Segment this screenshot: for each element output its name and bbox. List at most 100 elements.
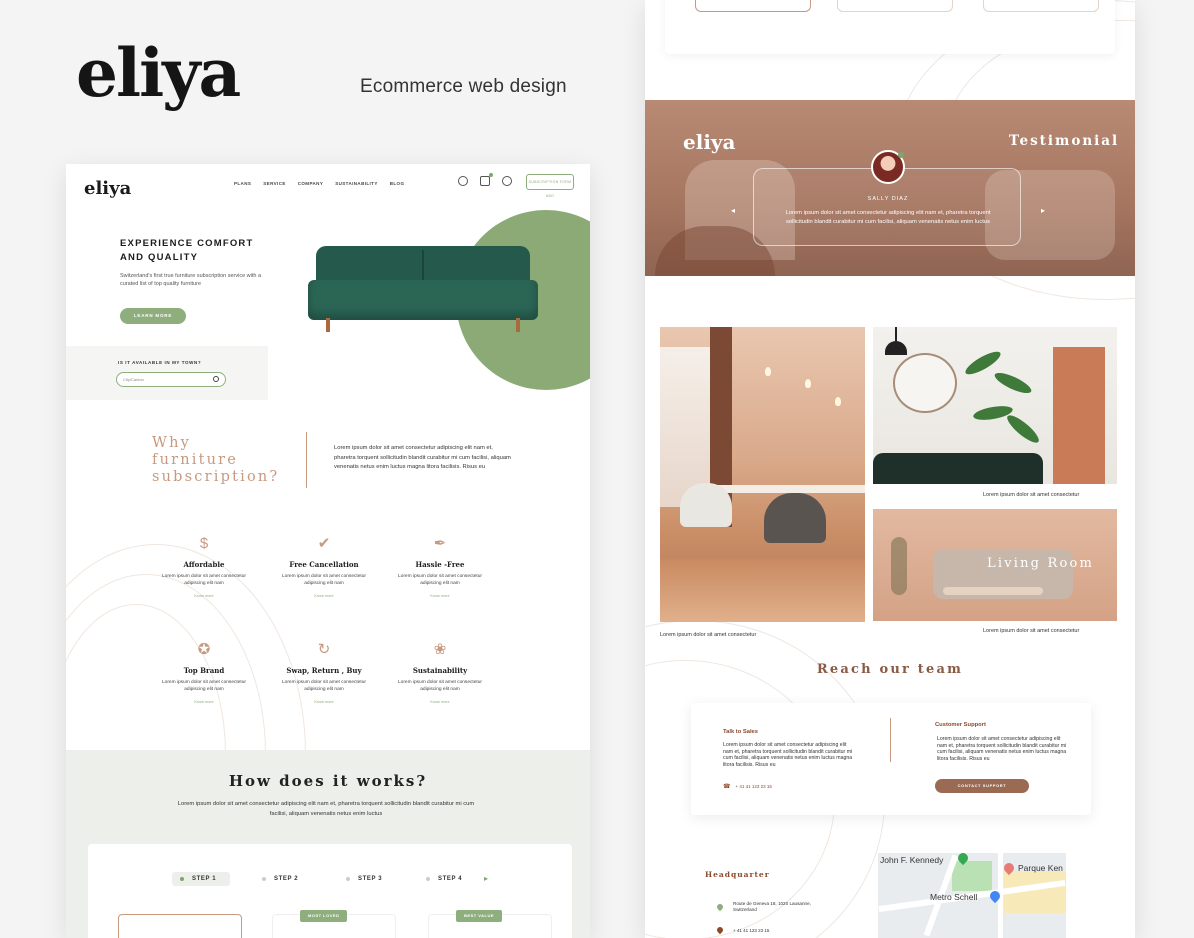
learn-more-button[interactable]: LEARN MORE (120, 308, 186, 324)
why-heading-line: subscription? (152, 469, 280, 485)
city-search-placeholder: City/Canton (123, 377, 144, 382)
feature-text: Lorem ipsum dolor sit amet consectetur a… (282, 574, 366, 586)
how-it-works-text: Lorem ipsum dolor sit amet consectetur a… (177, 801, 475, 817)
menu-item-company[interactable]: COMPANY (298, 181, 323, 186)
photo-caption: Lorem ipsum dolor sit amet consectetur (983, 492, 1080, 498)
plan-tab[interactable] (983, 0, 1099, 12)
feature-text: Lorem ipsum dolor sit amet consectetur a… (282, 680, 366, 692)
plan-tab[interactable] (837, 0, 953, 12)
badge-icon: ✪ (197, 641, 211, 658)
living-room-label: Living Room (987, 556, 1095, 571)
feature-affordable: $ Affordable Lorem ipsum dolor sit amet … (154, 535, 254, 599)
previous-arrow-icon[interactable]: ◂ (731, 206, 735, 215)
brand-logo: eliya (76, 34, 241, 112)
map-label: John F. Kennedy (880, 855, 944, 865)
dining-room-photo[interactable] (660, 327, 865, 622)
sales-title: Talk to Sales (723, 729, 759, 735)
search-icon[interactable] (213, 376, 219, 382)
money-bag-icon: $ (199, 535, 209, 552)
how-it-works-title: How does it works? (228, 772, 428, 790)
feather-icon: ✒ (433, 535, 447, 552)
main-menu: PLANS SERVICE COMPANY SUSTAINABILITY BLO… (234, 181, 404, 186)
plan-tab[interactable] (695, 0, 811, 12)
feature-text: Lorem ipsum dolor sit amet consectetur a… (398, 680, 482, 692)
know-more-link[interactable]: Know more (390, 700, 490, 704)
feature-free-cancellation: ✔ Free Cancellation Lorem ipsum dolor si… (274, 535, 374, 599)
site-logo[interactable]: eliya (84, 178, 131, 199)
sales-phone[interactable]: + 41 41 123 23 15 (723, 783, 771, 790)
homepage-mockup: eliya PLANS SERVICE COMPANY SUSTAINABILI… (66, 164, 590, 938)
user-icon[interactable] (458, 176, 468, 186)
menu-item-blog[interactable]: BLOG (390, 181, 405, 186)
menu-item-service[interactable]: SERVICE (263, 181, 285, 186)
city-search-input[interactable]: City/Canton (116, 372, 226, 387)
step-2-tab[interactable]: STEP 2 (254, 872, 298, 886)
step-4-tab[interactable]: STEP 4 (418, 872, 462, 886)
swap-icon: ↻ (317, 641, 331, 658)
why-divider (306, 432, 307, 488)
step-1-tab[interactable]: STEP 1 (172, 872, 230, 886)
feature-top-brand: ✪ Top Brand Lorem ipsum dolor sit amet c… (154, 641, 254, 705)
cart-icon[interactable] (480, 173, 493, 186)
feature-title: Swap, Return , Buy (286, 666, 362, 675)
hero-sofa-image (308, 244, 538, 334)
tag-icon: ✔ (317, 535, 331, 552)
headquarter-phone[interactable]: + 41 41 123 23 15 (733, 928, 769, 933)
feature-title: Sustainability (412, 666, 468, 675)
hero-description: Switzerland's first true furniture subsc… (120, 273, 262, 287)
why-heading-line: furniture (152, 452, 239, 468)
why-description: Lorem ipsum dolor sit amet consectetur a… (334, 445, 511, 471)
contact-divider (890, 718, 891, 762)
menu-item-plans[interactable]: PLANS (234, 181, 251, 186)
testimonial-section: eliya ◂ ▸ (645, 100, 1135, 276)
why-heading-line: Why (152, 435, 192, 451)
testimonial-logo: eliya (683, 130, 736, 154)
online-status-dot (898, 152, 904, 158)
plan-card[interactable] (118, 914, 242, 938)
sprout-icon: ❀ (433, 641, 447, 658)
feature-text: Lorem ipsum dolor sit amet consectetur a… (398, 574, 482, 586)
hero-title: EXPERIENCE COMFORT AND QUALITY (120, 238, 254, 263)
know-more-link[interactable]: Know more (274, 700, 374, 704)
testimonial-title: Testimonial (1009, 133, 1120, 149)
know-more-link[interactable]: Know more (154, 700, 254, 704)
availability-search-panel: IS IT AVAILABLE IN MY TOWN? City/Canton (66, 346, 268, 400)
know-more-link[interactable]: Know more (154, 594, 254, 598)
feature-sustainability: ❀ Sustainability Lorem ipsum dolor sit a… (390, 641, 490, 705)
step-3-tab[interactable]: STEP 3 (338, 872, 382, 886)
next-arrow-icon[interactable]: ▸ (1041, 206, 1045, 215)
photo-caption: Lorem ipsum dolor sit amet consectetur (983, 628, 1080, 634)
feature-title: Free Cancellation (289, 560, 359, 569)
feature-title: Top Brand (183, 666, 225, 675)
availability-label: IS IT AVAILABLE IN MY TOWN? (118, 360, 202, 365)
why-heading: Why furniture subscription? (152, 435, 279, 486)
globe-icon[interactable] (502, 176, 512, 186)
know-more-link[interactable]: Know more (390, 594, 490, 598)
feature-text: Lorem ipsum dolor sit amet consectetur a… (162, 680, 246, 692)
menu-item-sustainability[interactable]: SUSTAINABILITY (335, 181, 378, 186)
support-title: Customer Support (935, 722, 986, 728)
map-label: Metro Schell (930, 892, 978, 902)
next-step-arrow-icon[interactable]: ▸ (484, 872, 488, 886)
photo-caption: Lorem ipsum dolor sit amet consectetur (660, 632, 757, 638)
feature-swap-return-buy: ↻ Swap, Return , Buy Lorem ipsum dolor s… (274, 641, 374, 705)
map-label: Parque Ken (1018, 863, 1063, 873)
feature-hassle-free: ✒ Hassle -Free Lorem ipsum dolor sit ame… (390, 535, 490, 599)
testimonial-author: SALLY DIAZ (867, 196, 909, 202)
location-map[interactable]: John F. Kennedy Parque Ken Metro Schell (878, 853, 1066, 938)
content-page-mockup: eliya ◂ ▸ Testimonial SALLY DIAZ Lorem i… (645, 0, 1135, 938)
best-value-badge: BEST VALUE (456, 910, 503, 922)
testimonial-quote: Lorem ipsum dolor sit amet consectetur a… (785, 210, 991, 225)
sales-text: Lorem ipsum dolor sit amet consectetur a… (723, 742, 853, 768)
support-text: Lorem ipsum dolor sit amet consectetur a… (937, 736, 1067, 762)
presentation-subtitle: Ecommerce web design (360, 76, 567, 97)
feature-text: Lorem ipsum dolor sit amet consectetur a… (162, 574, 246, 586)
plant-living-photo[interactable] (873, 327, 1117, 484)
feature-title: Hassle -Free (415, 560, 465, 569)
feature-title: Affordable (183, 560, 225, 569)
know-more-link[interactable]: Know more (274, 594, 374, 598)
reach-team-title: Reach our team (816, 662, 964, 677)
contact-support-button[interactable]: CONTACT SUPPORT (935, 779, 1029, 793)
headquarter-address: Route de Geneva 18, 1020 Lausanne, Switz… (733, 901, 811, 912)
subscription-form-button[interactable]: SUBSCRIPTION FORM ABO (526, 174, 574, 198)
